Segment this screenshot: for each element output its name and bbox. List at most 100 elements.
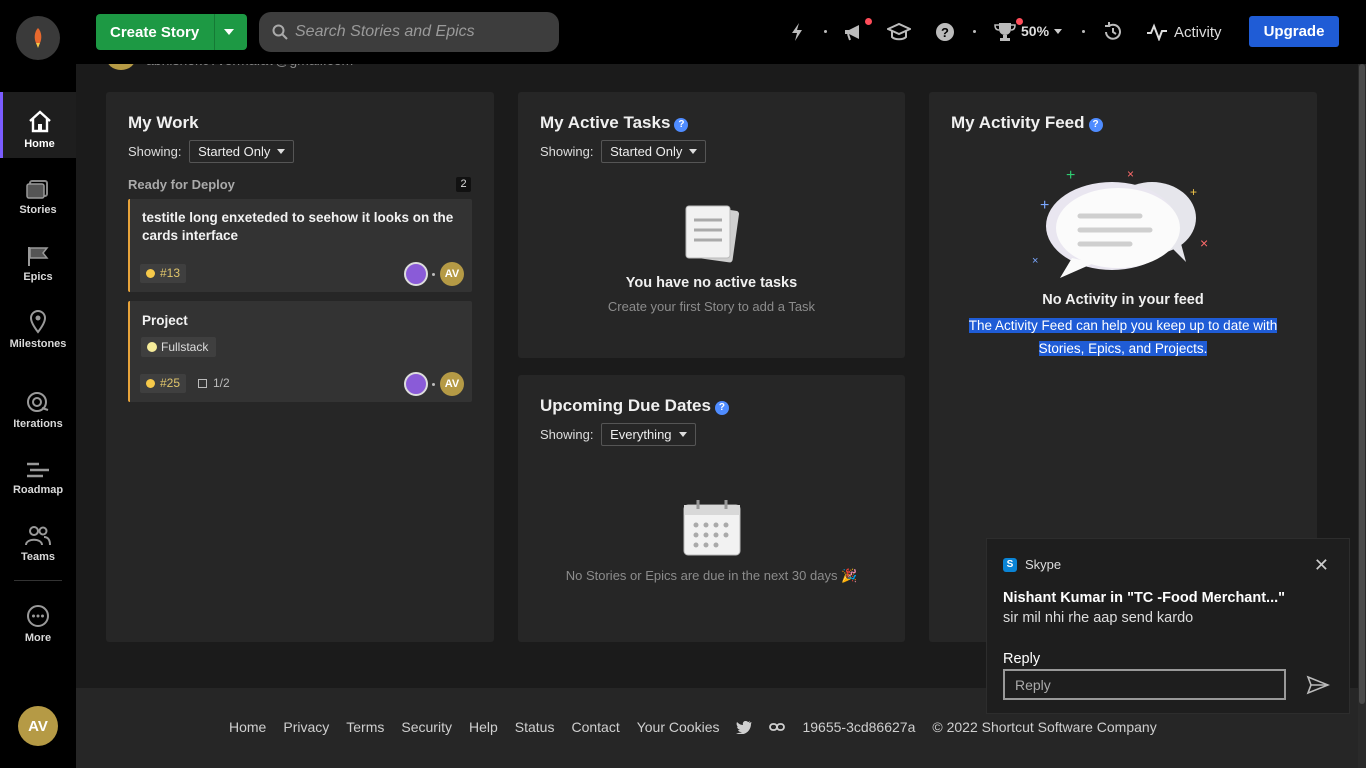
chevron-down-icon [678, 432, 687, 437]
story-id: #13 [160, 266, 181, 280]
filter-value: Everything [610, 427, 672, 442]
footer-link-help[interactable]: Help [469, 719, 498, 735]
footer-link-cookies[interactable]: Your Cookies [637, 719, 720, 735]
build-id: 19655-3cd86627a [802, 719, 916, 735]
filter-value: Started Only [610, 144, 683, 159]
trophy-icon[interactable] [993, 20, 1017, 44]
sidebar-item-iterations[interactable]: Iterations [0, 390, 76, 430]
split-divider [214, 14, 215, 50]
create-story-label: Create Story [110, 24, 200, 41]
filter-value: Started Only [198, 144, 271, 159]
help-icon[interactable]: ? [674, 118, 689, 132]
activity-link[interactable]: Activity [1146, 20, 1222, 44]
due-dates-filter: Showing: Everything [540, 423, 696, 446]
filter-dropdown[interactable]: Started Only [601, 140, 707, 163]
sidebar-divider [14, 580, 62, 581]
topbar: Create Story ? 50% Activity Upgrade [76, 0, 1366, 64]
footer-link-security[interactable]: Security [401, 719, 452, 735]
svg-text:×: × [1032, 255, 1038, 267]
sidebar-item-epics[interactable]: Epics [0, 245, 76, 283]
notification-app: S Skype [1003, 557, 1061, 572]
sidebar-item-milestones[interactable]: Milestones [0, 310, 76, 350]
twitter-icon[interactable] [736, 720, 752, 734]
sidebar-item-label: Iterations [13, 418, 63, 430]
footer-link-status[interactable]: Status [515, 719, 555, 735]
app-logo[interactable] [16, 16, 60, 60]
sidebar-item-stories[interactable]: Stories [0, 178, 76, 216]
scrollbar-thumb[interactable] [1359, 64, 1365, 704]
activity-feed-title: My Activity Feed? [951, 113, 1103, 133]
empty-state-subtitle: No Stories or Epics are due in the next … [518, 568, 905, 584]
showing-label: Showing: [540, 144, 594, 159]
send-icon[interactable] [1306, 675, 1330, 695]
filter-dropdown[interactable]: Started Only [189, 140, 295, 163]
group-avatar-icon[interactable] [404, 262, 428, 286]
story-title[interactable]: testitle long enxeteded to seehow it loo… [142, 209, 462, 245]
skype-notification: S Skype ✕ Nishant Kumar in "TC -Food Mer… [986, 538, 1350, 714]
label-tag[interactable]: Fullstack [141, 337, 217, 357]
footer-link-terms[interactable]: Terms [346, 719, 384, 735]
search-box[interactable] [259, 12, 559, 52]
activity-label: Activity [1174, 23, 1222, 41]
help-icon[interactable]: ? [933, 20, 957, 44]
sidebar-item-more[interactable]: More [0, 604, 76, 644]
footer-link-home[interactable]: Home [229, 719, 266, 735]
owner-avatar[interactable]: AV [440, 372, 464, 396]
graduation-cap-icon[interactable] [887, 20, 911, 44]
label-text: Fullstack [161, 340, 209, 354]
owner-avatar[interactable]: AV [440, 262, 464, 286]
chevron-down-icon[interactable] [224, 29, 234, 35]
story-card[interactable]: testitle long enxeteded to seehow it loo… [128, 199, 472, 292]
reply-input[interactable] [1003, 669, 1286, 700]
active-tasks-title-text: My Active Tasks [540, 113, 671, 132]
svg-text:×: × [1127, 167, 1134, 181]
sidebar: Home Stories Epics Milestones Iterations… [0, 0, 76, 768]
sidebar-item-label: Milestones [9, 338, 67, 350]
story-card[interactable]: Project Fullstack #25 1/2 AV [128, 301, 472, 402]
avatar[interactable]: AV [18, 706, 58, 746]
create-story-button[interactable]: Create Story [96, 14, 247, 50]
task-count: 1/2 [213, 376, 230, 390]
history-icon[interactable] [1101, 20, 1125, 44]
stories-icon [26, 180, 48, 199]
footer-link-contact[interactable]: Contact [571, 719, 619, 735]
activity-pulse-icon [1147, 23, 1167, 41]
close-icon[interactable]: ✕ [1314, 555, 1329, 576]
story-id-badge[interactable]: #25 [140, 374, 187, 393]
task-list-illustration-icon [685, 205, 740, 263]
empty-state-subtitle: Create your first Story to add a Task [607, 299, 816, 314]
story-title[interactable]: Project [142, 312, 188, 330]
story-id-badge[interactable]: #13 [140, 264, 187, 283]
reply-label: Reply [1003, 651, 1041, 667]
separator-dot [432, 273, 435, 276]
sidebar-item-label: Roadmap [12, 484, 64, 496]
sidebar-item-teams[interactable]: Teams [0, 525, 76, 563]
group-avatar-icon[interactable] [404, 372, 428, 396]
link-icon[interactable] [769, 722, 786, 732]
due-dates-title: Upcoming Due Dates? [540, 396, 729, 416]
help-icon[interactable]: ? [1088, 118, 1103, 132]
upgrade-button[interactable]: Upgrade [1249, 16, 1339, 47]
sidebar-item-label: Teams [20, 551, 56, 563]
label-color-icon [147, 342, 157, 352]
progress-percent[interactable]: 50% [1021, 23, 1049, 39]
help-icon[interactable]: ? [714, 401, 729, 415]
search-input[interactable] [295, 21, 545, 43]
sidebar-item-label: Stories [19, 204, 57, 216]
rocket-icon [34, 28, 42, 48]
empty-state-title: No Activity in your feed [1042, 292, 1204, 308]
sidebar-item-home[interactable]: Home [0, 92, 76, 158]
app-name: Skype [1025, 557, 1062, 572]
lightning-icon[interactable] [785, 20, 809, 44]
message-sender: Nishant Kumar in "TC -Food Merchant..." [1003, 590, 1286, 606]
footer-link-privacy[interactable]: Privacy [283, 719, 329, 735]
active-tasks-title: My Active Tasks? [540, 113, 689, 133]
roadmap-icon [27, 462, 49, 478]
megaphone-icon[interactable] [842, 20, 866, 44]
sidebar-item-roadmap[interactable]: Roadmap [0, 460, 76, 496]
filter-dropdown[interactable]: Everything [601, 423, 696, 446]
description-line: The Activity Feed can help you keep up t… [968, 318, 1278, 333]
sidebar-item-label: More [24, 632, 52, 644]
chevron-down-icon[interactable] [1054, 29, 1062, 34]
story-id: #25 [160, 376, 181, 390]
